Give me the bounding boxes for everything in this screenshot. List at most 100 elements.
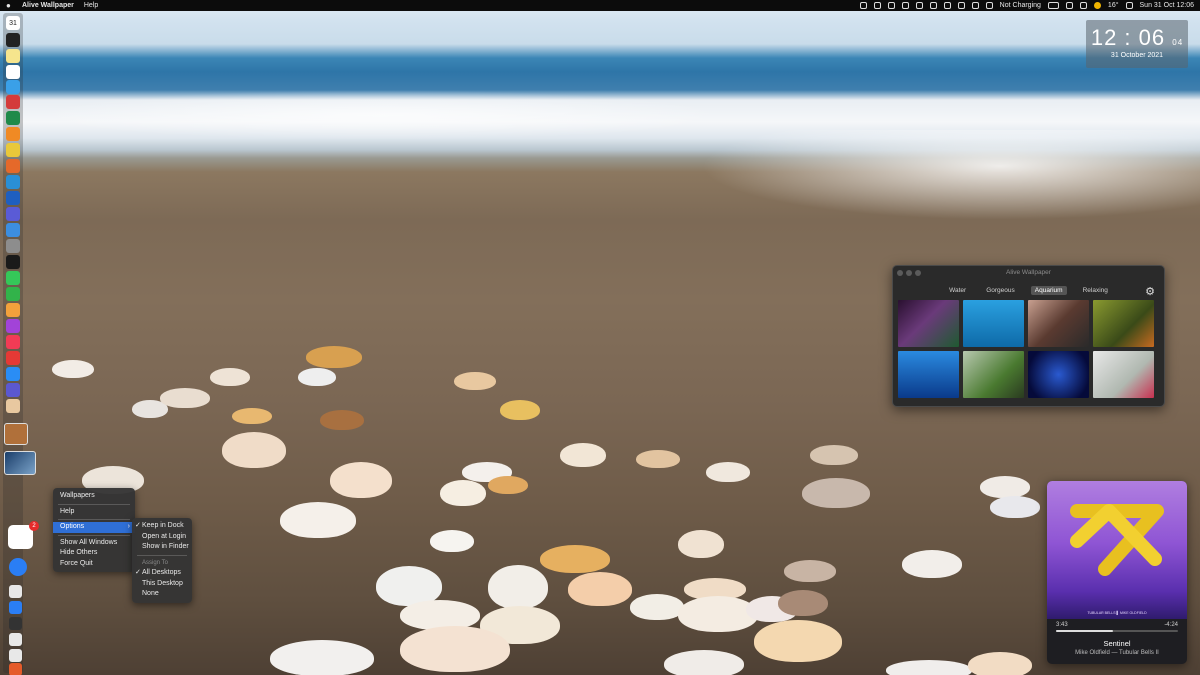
wallpaper-thumbnail[interactable] (1093, 300, 1154, 347)
progress-bar[interactable] (1056, 630, 1178, 632)
status-icon[interactable] (943, 2, 951, 9)
clock-minutes: 06 (1138, 25, 1166, 50)
chrome-icon[interactable] (6, 143, 20, 157)
wallpaper-thumbnail[interactable] (963, 351, 1024, 398)
control-center-icon[interactable] (1065, 2, 1073, 9)
outlook-icon[interactable] (6, 191, 20, 205)
clock-seconds: 04 (1172, 38, 1184, 47)
wallpaper-thumbnail[interactable] (1093, 351, 1154, 398)
wallpaper-app-icon[interactable] (4, 423, 28, 445)
news-icon[interactable] (6, 351, 20, 365)
status-icon[interactable] (901, 2, 909, 9)
weather-temperature[interactable]: 16° (1108, 2, 1119, 9)
menu-item-all-desktops[interactable]: ✓ All Desktops (132, 568, 192, 579)
app-icon[interactable] (9, 649, 22, 662)
reminders-icon[interactable]: 2 (8, 521, 39, 549)
app-icon[interactable] (6, 223, 20, 237)
window-titlebar[interactable]: Alive Wallpaper (893, 266, 1164, 279)
facetime-icon[interactable] (6, 287, 20, 301)
teams-icon[interactable] (6, 207, 20, 221)
wifi-icon[interactable] (971, 2, 979, 9)
firefox-icon[interactable] (6, 159, 20, 173)
menu-datetime[interactable]: Sun 31 Oct 12:06 (1140, 2, 1194, 9)
minimize-button[interactable] (906, 270, 912, 276)
tab-aquarium[interactable]: Aquarium (1030, 285, 1067, 295)
app-icon[interactable] (9, 601, 22, 614)
app-icon[interactable] (9, 585, 22, 598)
menu-app-name[interactable]: Alive Wallpaper (22, 2, 74, 9)
notes-icon[interactable] (6, 49, 20, 63)
menu-item-open-at-login[interactable]: Open at Login (132, 532, 192, 543)
notification-icon[interactable] (1125, 2, 1133, 9)
menu-item-show-in-finder[interactable]: Show in Finder (132, 542, 192, 553)
display-icon[interactable] (957, 2, 965, 9)
checkmark-icon: ✓ (135, 522, 141, 529)
tab-water[interactable]: Water (945, 286, 970, 295)
chevron-right-icon: › (127, 523, 130, 530)
photos-icon[interactable] (6, 303, 20, 317)
clock-hours: 12 (1090, 25, 1118, 50)
wallpaper-thumbnail[interactable] (1028, 351, 1089, 398)
menu-item-this-desktop[interactable]: This Desktop (132, 579, 192, 590)
terminal-icon[interactable] (6, 33, 20, 47)
excel-icon[interactable] (6, 111, 20, 125)
close-button[interactable] (897, 270, 903, 276)
menu-item-help[interactable]: Help (53, 507, 135, 518)
menu-item-wallpapers[interactable]: Wallpapers (53, 491, 135, 502)
speedtest-icon[interactable] (6, 255, 20, 269)
status-icon[interactable] (929, 2, 937, 9)
app-icon[interactable] (9, 633, 22, 646)
menu-extras: Not Charging 16° Sun 31 Oct 12:06 (859, 2, 1194, 9)
menu-item-keep-in-dock[interactable]: ✓ Keep in Dock (132, 521, 192, 532)
status-icon[interactable] (887, 2, 895, 9)
calendar-icon[interactable]: 31 (6, 16, 20, 30)
artist-album: Mike Oldfield — Tubular Bells II (1075, 650, 1159, 656)
app-store-icon[interactable] (6, 367, 20, 381)
wallpaper-thumbnail[interactable] (1028, 300, 1089, 347)
app-icon[interactable] (6, 399, 20, 413)
wallpaper-thumbnail[interactable] (898, 351, 959, 398)
status-icon[interactable] (859, 2, 867, 9)
tab-gorgeous[interactable]: Gorgeous (982, 286, 1019, 295)
battery-icon[interactable] (1047, 2, 1059, 9)
app-icon[interactable] (6, 127, 20, 141)
menu-item-show-all-windows[interactable]: Show All Windows (53, 538, 135, 549)
status-icon[interactable] (873, 2, 881, 9)
tab-relaxing[interactable]: Relaxing (1079, 286, 1112, 295)
dock: 31 2 (3, 13, 39, 675)
music-icon[interactable] (6, 335, 20, 349)
wallpaper-thumbnail[interactable] (963, 300, 1024, 347)
clock-widget: 12 : 06 04 31 October 2021 (1086, 20, 1188, 68)
album-art[interactable]: TUBULAR BELLS ▌ MIKE OLDFIELD (1047, 481, 1187, 619)
bear-icon[interactable] (6, 95, 20, 109)
podcasts-icon[interactable] (6, 319, 20, 333)
bluetooth-icon[interactable] (985, 2, 993, 9)
notion-icon[interactable] (6, 65, 20, 79)
search-icon[interactable] (1079, 2, 1087, 9)
messenger-icon[interactable] (9, 558, 27, 576)
menu-divider (58, 519, 130, 520)
zoom-button[interactable] (915, 270, 921, 276)
gear-icon[interactable]: ⚙ (1145, 285, 1155, 298)
app-icon[interactable] (6, 80, 20, 94)
edge-icon[interactable] (6, 175, 20, 189)
menu-item-hide-others[interactable]: Hide Others (53, 548, 135, 559)
settings-icon[interactable] (6, 239, 20, 253)
battery-status[interactable]: Not Charging (1000, 2, 1041, 9)
app-icon[interactable] (9, 617, 22, 630)
background-wave (700, 130, 1200, 220)
menu-item-none[interactable]: None (132, 589, 192, 600)
wallpaper-thumbnail[interactable] (898, 300, 959, 347)
weather-sun-icon[interactable] (1093, 2, 1101, 9)
alive-wallpaper-icon[interactable] (4, 451, 36, 475)
layers-icon[interactable] (6, 383, 20, 397)
status-icon[interactable] (915, 2, 923, 9)
menu-divider (58, 503, 130, 505)
app-icon[interactable] (9, 663, 22, 675)
menu-item-options[interactable]: Options › (53, 522, 135, 533)
menu-help[interactable]: Help (84, 2, 98, 9)
clock-date: 31 October 2021 (1110, 52, 1164, 59)
messages-icon[interactable] (6, 271, 20, 285)
apple-menu-icon[interactable]: ● (6, 1, 16, 10)
menu-item-force-quit[interactable]: Force Quit (53, 559, 135, 570)
